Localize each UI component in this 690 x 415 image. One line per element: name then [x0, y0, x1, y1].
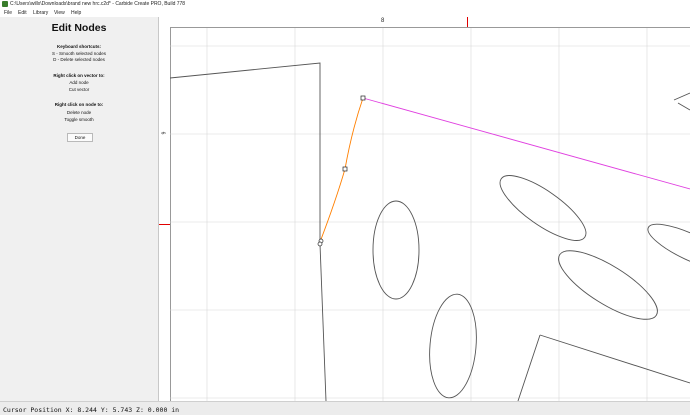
partial-shape-2: [517, 334, 541, 401]
cursor-position-readout: Cursor Position X: 8.244 Y: 5.743 Z: 0.0…: [3, 406, 180, 414]
partial-shape: [539, 334, 690, 384]
top-ruler: [170, 17, 690, 28]
node-handle: [342, 166, 348, 172]
top-ruler-label: 8: [381, 18, 385, 24]
menu-bar: File Edit Library View Help: [0, 9, 690, 17]
slot-ellipse-4: [558, 250, 658, 320]
highlight-segment: [362, 97, 690, 190]
title-bar: C:\Users\willx\Downloads\brand new hrc.c…: [0, 0, 690, 9]
drawing-area[interactable]: [170, 28, 690, 401]
menu-help[interactable]: Help: [71, 10, 81, 16]
window-title: C:\Users\willx\Downloads\brand new hrc.c…: [10, 1, 186, 7]
vector-action-add-node: Add node: [69, 80, 89, 85]
vector-action-cut: Cut vector: [68, 87, 90, 92]
partial-shape-3: [673, 92, 690, 111]
shortcut-delete: D - Delete selected nodes: [53, 57, 105, 62]
app-icon: [2, 1, 8, 7]
selected-segment: [319, 97, 364, 243]
node-handle: [317, 241, 323, 247]
slot-ellipse-1: [372, 200, 420, 300]
shortcut-smooth: S - Smooth selected nodes: [51, 51, 107, 56]
vector-actions-heading: Right click on vector to:: [53, 73, 105, 78]
menu-file[interactable]: File: [4, 10, 12, 16]
selected-vector[interactable]: [319, 97, 690, 243]
node-action-delete: Delete node: [66, 110, 92, 115]
left-ruler-label: 6: [159, 131, 166, 135]
menu-edit[interactable]: Edit: [18, 10, 27, 16]
node-actions-heading: Right click on node to:: [54, 102, 104, 107]
panel-title: Edit Nodes: [51, 22, 107, 34]
outline-shape: [170, 62, 327, 401]
slot-ellipse-5: [647, 223, 690, 271]
done-button[interactable]: Done: [67, 133, 93, 142]
node-handles[interactable]: [317, 95, 366, 247]
status-bar: Cursor Position X: 8.244 Y: 5.743 Z: 0.0…: [0, 401, 690, 415]
vector-geometry[interactable]: [170, 62, 690, 401]
menu-view[interactable]: View: [54, 10, 65, 16]
menu-library[interactable]: Library: [33, 10, 48, 16]
slot-ellipse-3: [499, 175, 587, 241]
edit-nodes-panel: Edit Nodes Keyboard shortcuts: S - Smoot…: [0, 17, 159, 401]
slot-ellipse-2: [429, 293, 477, 399]
cursor-marker-x: [467, 17, 468, 27]
keyboard-shortcuts-heading: Keyboard shortcuts:: [56, 44, 101, 49]
node-handle: [360, 95, 366, 101]
node-action-toggle-smooth: Toggle smooth: [64, 117, 94, 122]
cursor-marker-y: [159, 224, 170, 225]
